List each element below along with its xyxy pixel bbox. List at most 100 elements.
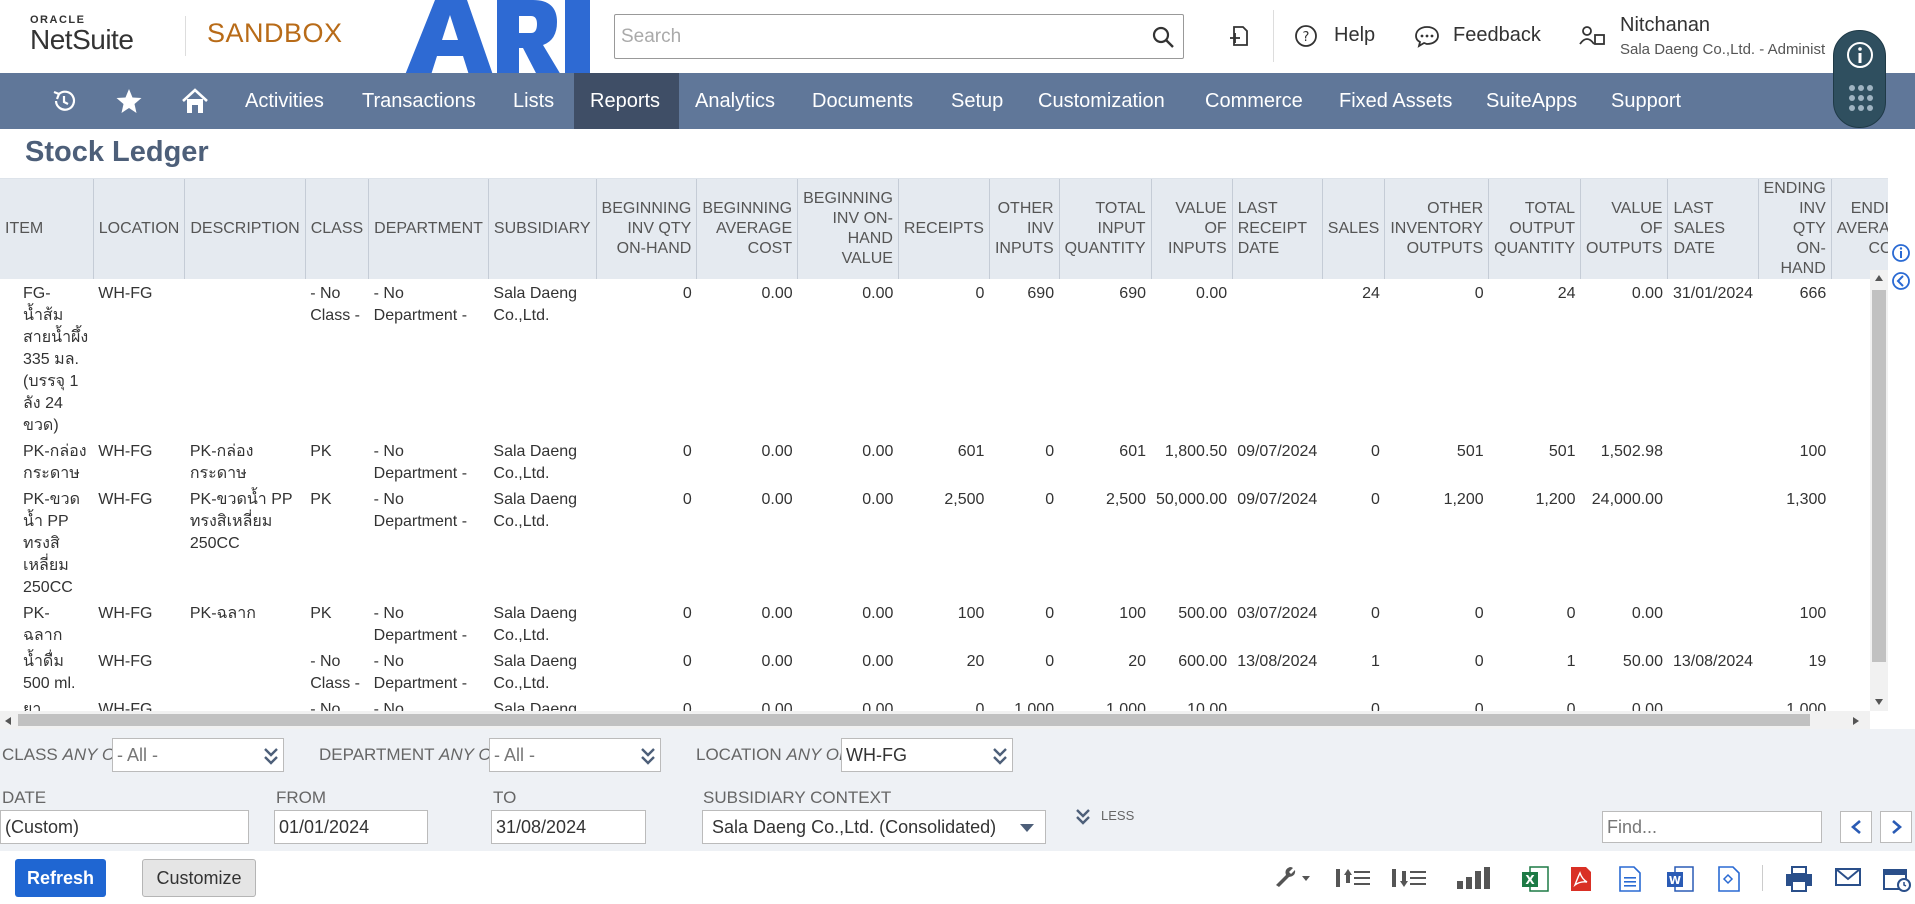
table-row[interactable]: PK-ขวดน้ำ PP ทรงสิเหลี่ยม 250CC WH-FG PK-ข…: [0, 485, 1888, 599]
multiselect-chevron-icon[interactable]: [262, 745, 280, 767]
export-pdf-icon[interactable]: [1568, 865, 1594, 893]
table-cell[interactable]: ยา: [0, 695, 93, 711]
print-icon[interactable]: [1784, 865, 1814, 893]
nav-commerce[interactable]: Commerce: [1189, 73, 1319, 129]
collapse-rows-icon[interactable]: [1334, 865, 1372, 891]
dropdown-arrow-icon[interactable]: [1019, 823, 1035, 833]
global-search-input[interactable]: Search: [614, 14, 1184, 59]
find-input[interactable]: Find...: [1602, 811, 1822, 843]
table-cell[interactable]: PK-ขวดน้ำ PP ทรงสิเหลี่ยม 250CC: [0, 485, 93, 599]
collapse-filters-icon[interactable]: [1075, 807, 1091, 827]
search-icon[interactable]: [1151, 25, 1175, 49]
table-cell[interactable]: น้ำดื่ม 500 ml.: [0, 647, 93, 695]
table-row[interactable]: น้ำดื่ม 500 ml. WH-FG - No Class - - No Dep…: [0, 647, 1888, 695]
multiselect-chevron-icon[interactable]: [991, 745, 1009, 767]
table-row[interactable]: PK-ฉลาก WH-FG PK-ฉลาก PK - No Department - Sa…: [0, 599, 1888, 647]
column-header[interactable]: TOTAL INPUT QUANTITY: [1059, 179, 1152, 279]
nav-documents[interactable]: Documents: [796, 73, 929, 129]
scroll-down-icon[interactable]: [1874, 698, 1884, 706]
table-cell[interactable]: PK-ฉลาก: [0, 599, 93, 647]
column-header[interactable]: RECEIPTS: [898, 179, 990, 279]
table-row[interactable]: FG-น้ำส้มสายน้ำผึ้ง 335 มล.(บรรจุ 1 ลัง …: [0, 279, 1888, 437]
nav-activities[interactable]: Activities: [229, 73, 340, 129]
table-cell[interactable]: PK-กล่องกระดาษ: [0, 437, 93, 485]
feedback-link[interactable]: Feedback: [1453, 24, 1541, 47]
find-next-button[interactable]: [1880, 811, 1912, 843]
nav-analytics[interactable]: Analytics: [679, 73, 791, 129]
nav-customization[interactable]: Customization: [1022, 73, 1181, 129]
multiselect-chevron-icon[interactable]: [639, 745, 657, 767]
table-cell[interactable]: FG-น้ำส้มสายน้ำผึ้ง 335 มล.(บรรจุ 1 ลัง …: [0, 279, 93, 437]
export-report-icon[interactable]: [1716, 865, 1742, 893]
info-icon[interactable]: [1846, 41, 1874, 69]
column-header[interactable]: ENDING INV QTY ON- HAND: [1758, 179, 1832, 279]
help-icon[interactable]: ?: [1294, 24, 1318, 48]
customize-button[interactable]: Customize: [142, 859, 256, 897]
refresh-button[interactable]: Refresh: [15, 859, 106, 897]
column-header[interactable]: VALUE OF INPUTS: [1151, 179, 1233, 279]
nav-lists[interactable]: Lists: [497, 73, 570, 129]
user-role[interactable]: Sala Daeng Co.,Ltd. - Administ: [1620, 41, 1825, 58]
column-header[interactable]: BEGINNING INV QTY ON-HAND: [596, 179, 698, 279]
nav-reports[interactable]: Reports: [574, 73, 679, 129]
nav-support[interactable]: Support: [1595, 73, 1697, 129]
nav-fixed-assets[interactable]: Fixed Assets: [1323, 73, 1468, 129]
subsidiary-context-select[interactable]: Sala Daeng Co.,Ltd. (Consolidated): [702, 810, 1046, 844]
table-row[interactable]: ยา WH-FG - No Class - - No Department - Sala…: [0, 695, 1888, 711]
column-header[interactable]: BEGINNING INV ON- HAND VALUE: [797, 179, 899, 279]
side-collapse-icon[interactable]: [1891, 271, 1911, 291]
horizontal-scroll-thumb[interactable]: [18, 714, 1810, 726]
scroll-up-icon[interactable]: [1874, 274, 1884, 282]
horizontal-scrollbar[interactable]: [0, 711, 1870, 729]
column-header[interactable]: VALUE OF OUTPUTS: [1580, 179, 1669, 279]
column-header[interactable]: SUBSIDIARY: [488, 179, 597, 279]
schedule-icon[interactable]: [1882, 865, 1912, 893]
help-link[interactable]: Help: [1334, 24, 1375, 47]
user-name[interactable]: Nitchanan: [1620, 14, 1710, 37]
column-header[interactable]: OTHER INV INPUTS: [989, 179, 1060, 279]
vertical-scrollbar[interactable]: [1870, 270, 1888, 711]
column-header[interactable]: ENDING AVERAGE COST: [1831, 179, 1888, 279]
export-csv-icon[interactable]: [1617, 865, 1643, 893]
nav-suiteapps[interactable]: SuiteApps: [1470, 73, 1593, 129]
wrench-menu-icon[interactable]: [1272, 865, 1314, 891]
column-header[interactable]: LOCATION: [93, 179, 186, 279]
feedback-icon[interactable]: [1414, 24, 1440, 48]
scroll-right-icon[interactable]: [1852, 716, 1860, 726]
recent-records-icon[interactable]: [50, 87, 78, 115]
nav-transactions[interactable]: Transactions: [346, 73, 492, 129]
role-switch-icon[interactable]: [1578, 22, 1606, 50]
info-widget[interactable]: [1833, 30, 1886, 128]
export-word-icon[interactable]: W: [1665, 865, 1695, 893]
column-header[interactable]: ITEM: [0, 179, 94, 279]
side-info-icon[interactable]: [1891, 243, 1911, 263]
department-filter-select[interactable]: - All -: [489, 738, 661, 772]
home-icon[interactable]: [180, 87, 210, 115]
expand-rows-icon[interactable]: [1390, 865, 1428, 891]
column-header[interactable]: CLASS: [305, 179, 370, 279]
column-header[interactable]: DESCRIPTION: [184, 179, 306, 279]
location-filter-select[interactable]: WH-FG: [841, 738, 1013, 772]
scroll-left-icon[interactable]: [4, 716, 12, 726]
date-range-select[interactable]: (Custom): [0, 810, 249, 844]
column-header[interactable]: OTHER INVENTORY OUTPUTS: [1384, 179, 1490, 279]
export-excel-icon[interactable]: X: [1520, 865, 1550, 893]
to-date-input[interactable]: 31/08/2024: [491, 810, 646, 844]
create-new-icon[interactable]: [1228, 24, 1252, 48]
from-date-input[interactable]: 01/01/2024: [274, 810, 428, 844]
column-header[interactable]: TOTAL OUTPUT QUANTITY: [1488, 179, 1582, 279]
netsuite-logo[interactable]: NetSuite: [30, 24, 134, 56]
chart-icon[interactable]: [1455, 865, 1491, 891]
nav-setup[interactable]: Setup: [935, 73, 1019, 129]
vertical-scroll-thumb[interactable]: [1872, 290, 1886, 662]
app-grid-icon[interactable]: [1847, 83, 1875, 115]
column-header[interactable]: SALES: [1322, 179, 1386, 279]
column-header[interactable]: LAST SALES DATE: [1667, 179, 1759, 279]
column-header[interactable]: DEPARTMENT: [368, 179, 489, 279]
find-prev-button[interactable]: [1840, 811, 1872, 843]
less-filters-link[interactable]: LESS: [1101, 808, 1134, 823]
table-row[interactable]: PK-กล่องกระดาษ WH-FG PK-กล่องกระดาษ PK - No …: [0, 437, 1888, 485]
email-icon[interactable]: [1834, 865, 1862, 889]
favorites-star-icon[interactable]: [115, 87, 143, 115]
column-header[interactable]: LAST RECEIPT DATE: [1232, 179, 1323, 279]
